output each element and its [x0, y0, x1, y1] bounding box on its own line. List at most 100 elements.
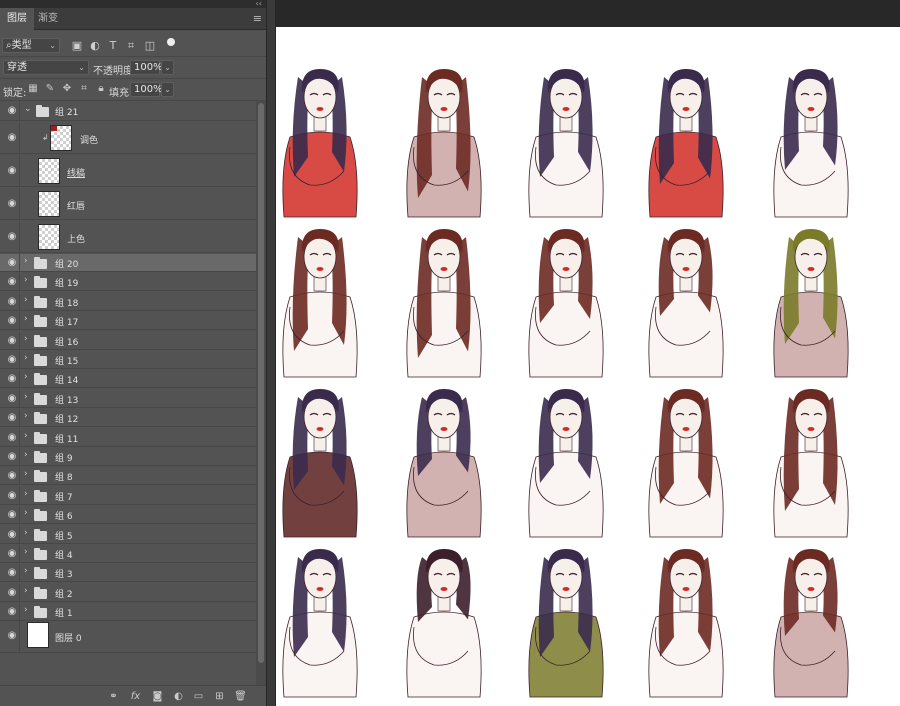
eye-icon[interactable]: ◉	[4, 412, 20, 423]
opacity-dropdown[interactable]: ⌄	[161, 60, 174, 75]
layer-group[interactable]: ◉ › 组 17	[0, 312, 266, 330]
eye-icon[interactable]: ◉	[4, 105, 20, 116]
smart-object-filter-icon[interactable]: ◫	[143, 39, 157, 53]
fx-icon[interactable]: fx	[129, 690, 142, 703]
eye-icon[interactable]: ◉	[4, 587, 20, 598]
layer-group[interactable]: ◉ › 组 14	[0, 370, 266, 388]
canvas-workspace[interactable]	[276, 0, 900, 706]
layer-group[interactable]: ◉ › 组 19	[0, 273, 266, 291]
eye-icon[interactable]: ◉	[4, 276, 20, 287]
layer-group[interactable]: ◉ › 组 12	[0, 409, 266, 427]
lock-transparency-icon[interactable]: ▦	[27, 83, 39, 95]
eye-icon[interactable]: ◉	[4, 529, 20, 540]
eye-icon[interactable]: ◉	[4, 490, 20, 501]
add-mask-icon[interactable]: ◙	[151, 690, 164, 703]
layer-group[interactable]: ◉ › 组 18	[0, 293, 266, 311]
link-layers-icon[interactable]: ⚭	[107, 690, 120, 703]
lock-position-icon[interactable]: ✥	[61, 83, 73, 95]
chevron-right-icon[interactable]: ›	[24, 605, 28, 615]
eye-icon[interactable]: ◉	[4, 509, 20, 520]
panel-menu-icon[interactable]: ≡	[253, 12, 262, 25]
eye-icon[interactable]: ◉	[4, 432, 20, 443]
layer-group[interactable]: ◉ › 组 3	[0, 564, 266, 582]
chevron-right-icon[interactable]: ›	[24, 528, 28, 538]
eye-icon[interactable]: ◉	[4, 198, 20, 209]
text-filter-icon[interactable]: T	[106, 39, 120, 53]
tab-gradient[interactable]: 渐变	[31, 8, 65, 30]
layer-red-lips[interactable]: ◉ 红唇	[0, 188, 266, 220]
eye-icon[interactable]: ◉	[4, 354, 20, 365]
chevron-right-icon[interactable]: ›	[24, 372, 28, 382]
chevron-right-icon[interactable]: ›	[24, 295, 28, 305]
new-layer-icon[interactable]: ⊞	[213, 690, 226, 703]
layer-group[interactable]: ◉ › 组 15	[0, 351, 266, 369]
panel-divider[interactable]	[266, 0, 276, 706]
eye-icon[interactable]: ◉	[4, 393, 20, 404]
layer-group[interactable]: ◉ › 组 6	[0, 506, 266, 524]
fill-dropdown[interactable]: ⌄	[161, 82, 174, 97]
eye-icon[interactable]: ◉	[4, 165, 20, 176]
layer-group[interactable]: ◉ › 组 4	[0, 545, 266, 563]
layer-group[interactable]: ◉ › 组 20	[0, 254, 266, 272]
layer-group[interactable]: ◉ › 组 2	[0, 584, 266, 602]
layer-group[interactable]: ◉ › 组 5	[0, 526, 266, 544]
eye-icon[interactable]: ◉	[4, 548, 20, 559]
filter-kind-select[interactable]: ⌕类型 ⌄	[2, 38, 60, 53]
document-canvas[interactable]	[276, 27, 900, 706]
eye-icon[interactable]: ◉	[4, 567, 20, 578]
chevron-down-icon[interactable]: ⌄	[24, 104, 32, 114]
chevron-right-icon[interactable]: ›	[24, 450, 28, 460]
layer-group-21[interactable]: ◉ ⌄ 组 21	[0, 101, 266, 121]
chevron-right-icon[interactable]: ›	[24, 314, 28, 324]
chevron-right-icon[interactable]: ›	[24, 353, 28, 363]
layers-scrollbar[interactable]	[256, 101, 266, 685]
layer-adjust[interactable]: ◉ ↲ 调色	[0, 122, 266, 154]
double-chevron-left-icon[interactable]: ‹‹	[256, 0, 262, 8]
image-filter-icon[interactable]: ▣	[70, 39, 84, 53]
eye-icon[interactable]: ◉	[4, 231, 20, 242]
blend-mode-select[interactable]: 穿透 ⌄	[3, 60, 89, 75]
chevron-right-icon[interactable]: ›	[24, 547, 28, 557]
eye-icon[interactable]: ◉	[4, 373, 20, 384]
eye-icon[interactable]: ◉	[4, 606, 20, 617]
delete-layer-icon[interactable]: 🗑︎	[234, 690, 247, 703]
eye-icon[interactable]: ◉	[4, 335, 20, 346]
chevron-right-icon[interactable]: ›	[24, 508, 28, 518]
opacity-input[interactable]: 100%	[130, 60, 163, 75]
shape-filter-icon[interactable]: ⌗	[124, 39, 138, 53]
lock-all-icon[interactable]: 🔒︎	[95, 83, 107, 95]
new-group-icon[interactable]: ▭	[192, 690, 205, 703]
layer-group[interactable]: ◉ › 组 9	[0, 448, 266, 466]
layer-background[interactable]: ◉ 图层 0	[0, 619, 266, 653]
new-adjustment-icon[interactable]: ◐	[172, 690, 185, 703]
chevron-right-icon[interactable]: ›	[24, 586, 28, 596]
lock-artboard-icon[interactable]: ⌗	[78, 83, 90, 95]
lock-brush-icon[interactable]: ✎	[44, 83, 56, 95]
adjustment-filter-icon[interactable]: ◐	[88, 39, 102, 53]
scrollbar-thumb[interactable]	[258, 103, 264, 663]
chevron-right-icon[interactable]: ›	[24, 334, 28, 344]
chevron-right-icon[interactable]: ›	[24, 489, 28, 499]
layer-group[interactable]: ◉ › 组 11	[0, 429, 266, 447]
eye-icon[interactable]: ◉	[4, 132, 20, 143]
layer-group[interactable]: ◉ › 组 7	[0, 487, 266, 505]
fill-input[interactable]: 100%	[130, 82, 163, 97]
chevron-right-icon[interactable]: ›	[24, 469, 28, 479]
layer-group[interactable]: ◉ › 组 16	[0, 332, 266, 350]
layer-coloring[interactable]: ◉ 上色	[0, 221, 266, 253]
layer-group[interactable]: ◉ › 组 8	[0, 467, 266, 485]
eye-icon[interactable]: ◉	[4, 296, 20, 307]
chevron-right-icon[interactable]: ›	[24, 431, 28, 441]
chevron-right-icon[interactable]: ›	[24, 256, 28, 266]
chevron-right-icon[interactable]: ›	[24, 411, 28, 421]
eye-icon[interactable]: ◉	[4, 630, 20, 641]
eye-icon[interactable]: ◉	[4, 315, 20, 326]
layer-lineart[interactable]: ◉ 线稿	[0, 155, 266, 187]
layer-group[interactable]: ◉ › 组 13	[0, 390, 266, 408]
chevron-right-icon[interactable]: ›	[24, 392, 28, 402]
chevron-right-icon[interactable]: ›	[24, 275, 28, 285]
eye-icon[interactable]: ◉	[4, 470, 20, 481]
tab-layers[interactable]: 图层	[0, 8, 34, 30]
eye-icon[interactable]: ◉	[4, 257, 20, 268]
chevron-right-icon[interactable]: ›	[24, 566, 28, 576]
